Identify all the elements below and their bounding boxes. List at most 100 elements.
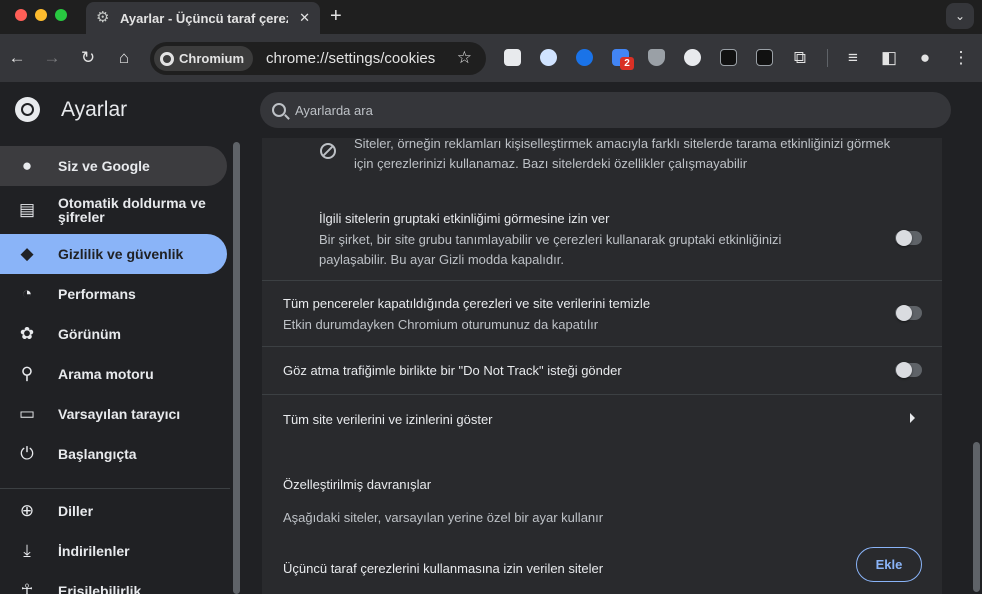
bookmark-star-icon[interactable]: ☆ <box>457 48 472 68</box>
settings-search[interactable] <box>260 92 951 128</box>
block-description-line2: için çerezlerinizi kullanamaz. Bazı site… <box>354 156 748 171</box>
profile-icon: ● <box>919 48 931 67</box>
sidebar-divider <box>0 488 230 489</box>
sidebar-item-accessibility[interactable]: ☥ Erişilebilirlik <box>0 571 227 594</box>
sidebar-item-search-engine[interactable]: ⚲ Arama motoru <box>0 354 227 394</box>
custom-behaviors-desc: Aşağıdaki siteler, varsayılan yerine öze… <box>283 510 604 525</box>
do-not-track-title: Göz atma trafiğimle birlikte bir "Do Not… <box>283 363 622 378</box>
clear-on-exit-title: Tüm pencereler kapatıldığında çerezleri … <box>283 296 651 311</box>
markdown-icon[interactable] <box>720 49 737 66</box>
sidebar-item-label: Otomatik doldurma ve şifreler <box>58 195 206 225</box>
clear-on-exit-toggle[interactable] <box>895 305 922 321</box>
sidebar-item-label: Performans <box>58 286 136 302</box>
forward-button[interactable]: → <box>40 46 64 70</box>
sidebar-item-appearance[interactable]: ✿ Görünüm <box>0 314 227 354</box>
new-tab-button[interactable]: + <box>330 6 342 26</box>
sidebar-scrollbar-thumb[interactable] <box>233 142 240 594</box>
toolbar-divider <box>827 49 828 67</box>
home-icon: ⌂ <box>118 48 130 67</box>
block-description-line1: Siteler, örneğin reklamları kişiselleşti… <box>354 136 891 151</box>
home-button[interactable]: ⌂ <box>112 46 136 70</box>
chromium-logo-icon <box>15 97 40 122</box>
search-icon: ⚲ <box>20 364 34 383</box>
clear-on-exit-desc: Etkin durumdayken Chromium oturumunuz da… <box>283 317 599 332</box>
shield-icon: ◆ <box>20 244 34 263</box>
sidebar: ● Siz ve Google ▤ Otomatik doldurma ve ş… <box>0 138 230 594</box>
sidebar-item-downloads[interactable]: ⤓ İndirilenler <box>0 531 227 571</box>
block-icon <box>320 143 336 159</box>
sidebar-item-you-and-google[interactable]: ● Siz ve Google <box>0 146 227 186</box>
url-extension-icon[interactable] <box>756 49 773 66</box>
close-window-button[interactable] <box>15 9 27 21</box>
allowed-sites-label: Üçüncü taraf çerezlerini kullanmasına iz… <box>283 561 604 576</box>
sidebar-item-autofill[interactable]: ▤ Otomatik doldurma ve şifreler <box>0 190 227 230</box>
side-panel-button[interactable]: ◧ <box>877 46 901 70</box>
menu-button[interactable]: ⋮ <box>949 46 973 70</box>
minimize-window-button[interactable] <box>35 9 47 21</box>
extension-badge: 2 <box>620 57 634 70</box>
url-text[interactable]: chrome://settings/cookies <box>266 50 435 67</box>
reload-button[interactable]: ↻ <box>76 46 100 70</box>
globe-icon: ⊕ <box>19 501 35 520</box>
site-info-chip[interactable]: Chromium <box>154 46 253 71</box>
back-button[interactable]: ← <box>5 46 29 70</box>
address-bar[interactable]: Chromium chrome://settings/cookies ☆ <box>150 42 486 75</box>
tab-close-button[interactable]: ✕ <box>299 10 310 26</box>
do-not-track-toggle[interactable] <box>895 362 922 378</box>
sidebar-item-label: Varsayılan tarayıcı <box>58 406 181 422</box>
gear-icon: ⚙ <box>96 9 110 26</box>
puzzle-icon: ⧉ <box>793 48 807 67</box>
all-site-data-title: Tüm site verilerini ve izinlerini göster <box>283 412 493 427</box>
tab-search-button[interactable]: ⌄ <box>946 3 974 29</box>
clipboard-icon: ▤ <box>18 200 36 219</box>
chevron-right-icon <box>910 413 915 423</box>
extension-1-icon[interactable] <box>504 49 521 66</box>
extensions-button[interactable]: ⧉ <box>788 46 812 70</box>
sidebar-item-privacy[interactable]: ◆ Gizlilik ve güvenlik <box>0 234 227 274</box>
title-bar: ⚙ Ayarlar - Üçüncü taraf çerezleri ✕ + ⌄ <box>0 0 982 34</box>
main-scrollbar-thumb[interactable] <box>973 442 980 592</box>
extension-3-icon[interactable] <box>576 49 593 66</box>
chip-label: Chromium <box>179 51 244 66</box>
chromium-logo-icon <box>160 51 174 66</box>
sidebar-item-label: Gizlilik ve güvenlik <box>58 246 184 262</box>
sidebar-item-performance[interactable]: ◔ Performans <box>0 274 227 314</box>
menu-icon: ⋮ <box>952 48 970 67</box>
tab-title: Ayarlar - Üçüncü taraf çerezleri <box>120 10 288 26</box>
sidebar-item-label: Arama motoru <box>58 366 154 382</box>
gauge-icon: ◔ <box>21 284 33 303</box>
sidebar-item-label: Erişilebilirlik <box>58 583 142 594</box>
sidebar-item-on-startup[interactable]: ⏻ Başlangıçta <box>0 434 227 474</box>
tab-settings[interactable]: ⚙ Ayarlar - Üçüncü taraf çerezleri ✕ <box>86 2 320 34</box>
custom-behaviors-heading: Özelleştirilmiş davranışlar <box>283 477 432 492</box>
sidebar-item-label: Diller <box>58 503 94 519</box>
sidebar-item-default-browser[interactable]: ▭ Varsayılan tarayıcı <box>0 394 227 434</box>
download-icon: ⤓ <box>23 541 31 560</box>
chevron-down-icon: ⌄ <box>954 9 966 23</box>
reading-list-button[interactable]: ≡ <box>841 46 865 70</box>
power-icon: ⏻ <box>20 444 34 463</box>
page-title: Ayarlar <box>61 98 128 121</box>
back-icon: ← <box>8 48 26 67</box>
sidebar-item-label: Başlangıçta <box>58 446 137 462</box>
browser-toolbar: ← → ↻ ⌂ Chromium chrome://settings/cooki… <box>0 34 982 82</box>
add-site-button[interactable]: Ekle <box>856 547 922 582</box>
related-sites-desc-line2: paylaşabilir. Bu ayar Gizli modda kapalı… <box>319 252 564 267</box>
extension-2-icon[interactable] <box>540 49 557 66</box>
person-icon: ● <box>21 156 33 175</box>
zoom-window-button[interactable] <box>55 9 67 21</box>
row-divider <box>262 280 942 281</box>
extension-6-icon[interactable] <box>684 49 701 66</box>
profile-button[interactable]: ● <box>913 46 937 70</box>
related-sites-toggle[interactable] <box>895 230 922 246</box>
ublock-icon[interactable] <box>648 49 665 66</box>
search-input[interactable] <box>295 102 895 118</box>
sidebar-item-languages[interactable]: ⊕ Diller <box>0 491 227 531</box>
side-panel-icon: ◧ <box>880 48 898 67</box>
search-icon <box>272 103 286 117</box>
browser-icon: ▭ <box>18 404 36 423</box>
row-divider <box>262 346 942 347</box>
related-sites-title: İlgili sitelerin gruptaki etkinliğimi gö… <box>319 211 610 226</box>
related-sites-desc-line1: Bir şirket, bir site grubu tanımlayabili… <box>319 232 782 247</box>
sidebar-item-label: Siz ve Google <box>58 158 150 174</box>
